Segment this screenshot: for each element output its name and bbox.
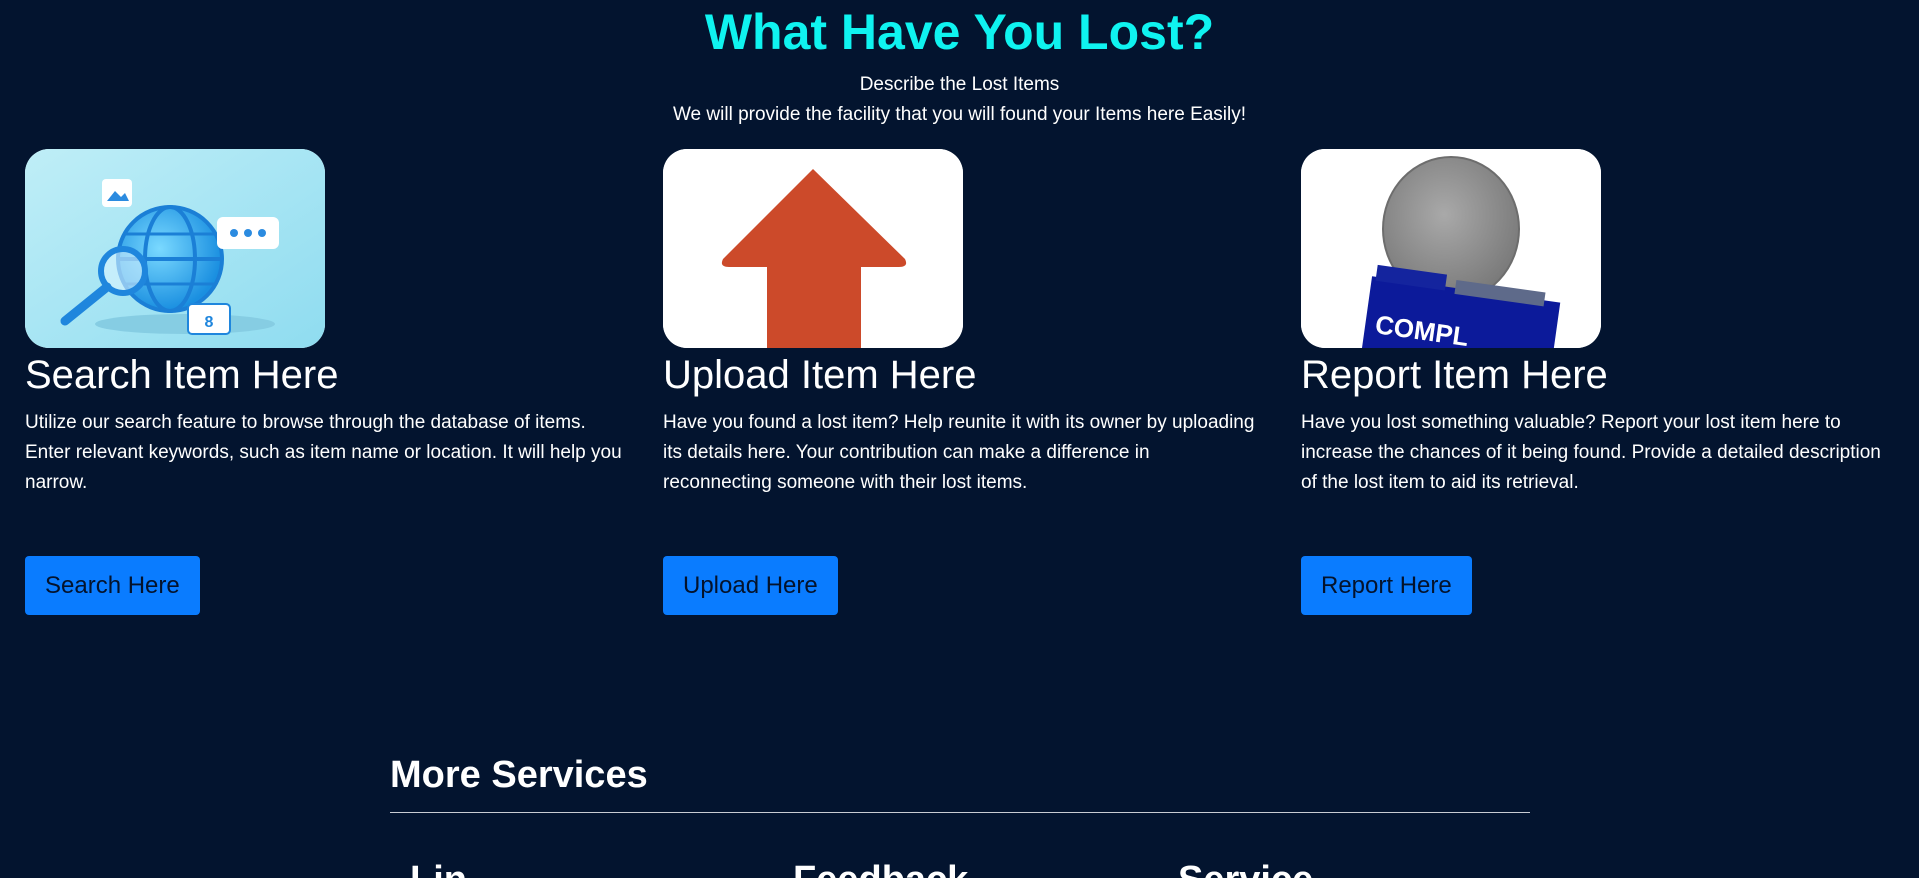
report-card: COMPL Report Item Here Have you lost som… [1301, 149, 1911, 615]
service-item[interactable]: Feedback [793, 860, 968, 878]
report-card-title: Report Item Here [1301, 353, 1608, 397]
upload-card: Upload Item Here Have you found a lost i… [663, 149, 1273, 615]
report-card-description: Have you lost something valuable? Report… [1301, 412, 1881, 493]
page: What Have You Lost? Describe the Lost It… [0, 0, 1919, 878]
more-services-section: More Services Lin Feedback Service [390, 750, 1530, 878]
upload-arrow-icon [663, 149, 963, 348]
page-subtitle: Describe the Lost Items [859, 74, 1060, 95]
search-card-description: Utilize our search feature to browse thr… [25, 412, 622, 493]
globe-search-illustration: 8 [25, 149, 325, 348]
upload-card-description: Have you found a lost item? Help reunite… [663, 412, 1255, 493]
search-card: 8 Search Item Here Utilize our search fe… [25, 149, 635, 615]
page-title: What Have You Lost? [704, 4, 1215, 60]
search-card-title: Search Item Here [25, 353, 339, 397]
upload-here-button[interactable]: Upload Here [663, 556, 838, 615]
complaint-figure-illustration: COMPL [1301, 149, 1601, 348]
services-list: Lin Feedback Service [390, 860, 1530, 878]
section-divider [390, 812, 1530, 813]
more-services-title: More Services [390, 754, 648, 796]
search-here-button[interactable]: Search Here [25, 556, 200, 615]
svg-text:8: 8 [205, 314, 214, 331]
upload-card-title: Upload Item Here [663, 353, 977, 397]
service-item[interactable]: Service [1178, 860, 1313, 878]
upload-arrow-illustration [663, 149, 963, 348]
globe-search-icon: 8 [25, 149, 325, 348]
report-here-button[interactable]: Report Here [1301, 556, 1472, 615]
service-item[interactable]: Lin [410, 860, 467, 878]
complaint-figure-icon: COMPL [1301, 149, 1601, 348]
page-description: We will provide the facility that you wi… [672, 104, 1247, 125]
